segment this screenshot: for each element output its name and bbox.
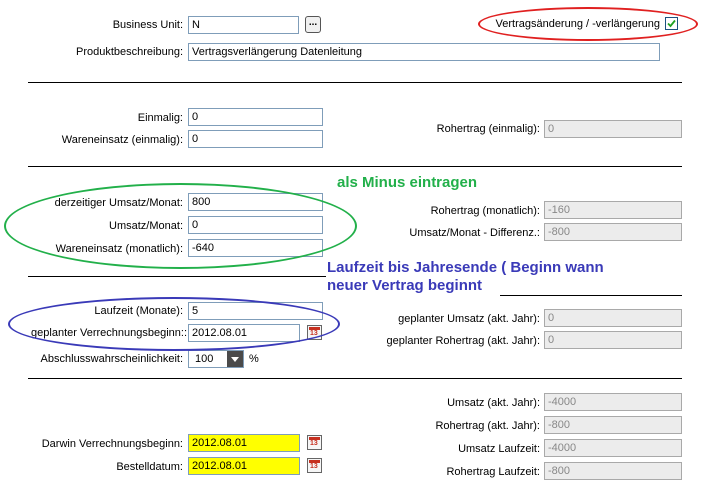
business-unit-browse-button[interactable]: ... <box>305 16 321 33</box>
red-annotation-oval <box>478 7 698 41</box>
bestelldatum-input[interactable]: 2012.08.01 <box>188 457 300 475</box>
divider <box>28 166 682 167</box>
rohertrag-jahr-field: -800 <box>544 416 682 434</box>
rohertrag-monatlich-field: -160 <box>544 201 682 219</box>
divider <box>28 276 326 277</box>
divider <box>28 82 682 83</box>
abschluss-label: Abschlusswahrscheinlichkeit: <box>40 353 183 365</box>
geplanter-rohertrag-label: geplanter Rohertrag (akt. Jahr): <box>386 335 540 347</box>
rohertrag-jahr-label: Rohertrag (akt. Jahr): <box>435 420 540 432</box>
wareneinsatz-einmalig-input[interactable]: 0 <box>188 130 323 148</box>
bestelldatum-label: Bestelldatum: <box>116 461 183 473</box>
rohertrag-einmalig-label: Rohertrag (einmalig): <box>436 123 540 135</box>
abschluss-value: 100 <box>195 353 214 365</box>
rohertrag-monatlich-label: Rohertrag (monatlich): <box>430 205 540 217</box>
abschluss-select[interactable]: 100 <box>188 350 244 368</box>
dropdown-button[interactable] <box>227 351 243 367</box>
produkt-input[interactable]: Vertragsverlängerung Datenleitung <box>188 43 660 61</box>
calendar-icon[interactable]: 13 <box>307 458 322 473</box>
business-unit-input[interactable]: N <box>188 16 299 34</box>
rohertrag-einmalig-field: 0 <box>544 120 682 138</box>
umsatz-laufzeit-field: -4000 <box>544 439 682 457</box>
umsatz-differenz-label: Umsatz/Monat - Differenz.: <box>409 227 540 239</box>
divider <box>28 378 682 379</box>
produkt-label: Produktbeschreibung: <box>75 46 183 58</box>
blue-annotation-oval <box>8 297 340 351</box>
umsatz-jahr-field: -4000 <box>544 393 682 411</box>
wareneinsatz-einmalig-label: Wareneinsatz (einmalig): <box>61 134 183 146</box>
laufzeit-annotation-line2: neuer Vertrag beginnt <box>327 277 483 294</box>
einmalig-input[interactable]: 0 <box>188 108 323 126</box>
geplanter-rohertrag-field: 0 <box>544 331 682 349</box>
rohertrag-laufzeit-field: -800 <box>544 462 682 480</box>
minus-annotation: als Minus eintragen <box>337 174 478 191</box>
geplanter-umsatz-field: 0 <box>544 309 682 327</box>
darwin-input[interactable]: 2012.08.01 <box>188 434 300 452</box>
divider <box>500 295 682 296</box>
laufzeit-annotation-line1: Laufzeit bis Jahresende ( Beginn wann <box>327 259 604 276</box>
percent-sign: % <box>249 353 259 365</box>
umsatz-laufzeit-label: Umsatz Laufzeit: <box>458 443 540 455</box>
umsatz-differenz-field: -800 <box>544 223 682 241</box>
business-unit-label: Business Unit: <box>112 19 183 31</box>
umsatz-jahr-label: Umsatz (akt. Jahr): <box>447 397 540 409</box>
geplanter-umsatz-label: geplanter Umsatz (akt. Jahr): <box>398 313 540 325</box>
einmalig-label: Einmalig: <box>137 112 183 124</box>
darwin-label: Darwin Verrechnungsbeginn: <box>41 438 183 450</box>
calendar-icon[interactable]: 13 <box>307 435 322 450</box>
rohertrag-laufzeit-label: Rohertrag Laufzeit: <box>446 466 540 478</box>
chevron-down-icon <box>231 357 239 362</box>
green-annotation-oval <box>4 183 357 269</box>
